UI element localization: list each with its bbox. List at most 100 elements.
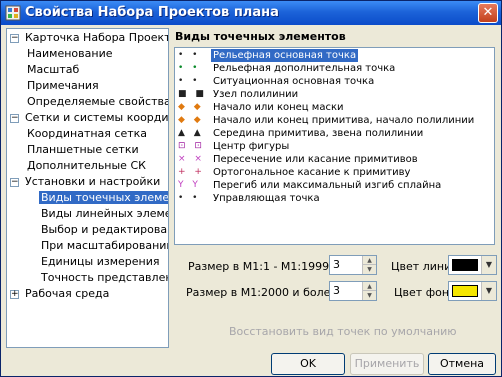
list-item-label: Пересечение или касание примитивов — [213, 154, 418, 165]
size-small-spinner[interactable]: 3 ▲ ▼ — [329, 255, 377, 275]
point-symbol-icon: • • — [178, 193, 201, 203]
tree-item[interactable]: Виды точечных элементо — [39, 190, 168, 206]
size-large-value[interactable]: 3 — [333, 284, 340, 297]
list-item-label: Начало или конец примитива, начало полил… — [213, 115, 475, 126]
expand-icon[interactable]: + — [10, 290, 19, 299]
list-item[interactable]: ▲ ▲ Середина примитива, звена полилинии — [175, 127, 494, 140]
tree-item[interactable]: Примечания — [25, 78, 101, 94]
tree-item-label: Выбор и редактирование — [41, 223, 168, 236]
tree-item-label: Установки и настройки — [25, 175, 161, 188]
point-symbol-icon: ⊡ ⊡ — [178, 141, 205, 151]
list-item[interactable]: + + Ортогональное касание к примитиву — [175, 166, 494, 179]
point-symbol-icon: • • — [178, 50, 201, 60]
list-item-label: Середина примитива, звена полилинии — [213, 128, 424, 139]
point-symbol-icon: • • — [178, 63, 201, 73]
list-item-label: Начало или конец маски — [213, 102, 344, 113]
tree-item[interactable]: Виды линейных элементо — [39, 206, 168, 222]
list-item[interactable]: × × Пересечение или касание примитивов — [175, 153, 494, 166]
ok-button[interactable]: OK — [271, 353, 345, 375]
tree-item-label: Виды точечных элементо — [39, 191, 168, 204]
point-symbol-icon: • • — [178, 76, 201, 86]
title-bar[interactable]: Свойства Набора Проектов плана ✕ — [1, 1, 501, 25]
tree-item-label: Виды линейных элементо — [41, 207, 168, 220]
point-symbol-icon: ◆ ◆ — [178, 115, 204, 125]
list-item-label: Рельефная дополнительная точка — [213, 63, 396, 74]
tree-item[interactable]: Наименование — [25, 46, 114, 62]
tree-item-label: Дополнительные СК — [27, 159, 146, 172]
tree-item[interactable]: Определяемые свойства — [25, 94, 169, 110]
line-color-swatch — [452, 259, 478, 271]
spin-up-icon[interactable]: ▲ — [362, 282, 376, 291]
list-item-label: Узел полилинии — [213, 89, 299, 100]
tree-item[interactable]: − Карточка Набора Проектов — [10, 30, 169, 46]
point-symbol-icon: ▲ ▲ — [178, 128, 204, 138]
list-item[interactable]: • • Рельефная дополнительная точка — [175, 62, 494, 75]
list-item[interactable]: ⊡ ⊡ Центр фигуры — [175, 140, 494, 153]
tree-item-label: Наименование — [27, 47, 113, 60]
tree-item-label: Координатная сетка — [27, 127, 148, 140]
point-types-list[interactable]: • • Рельефная основная точка • • Рельефная … — [174, 47, 495, 245]
bg-color-swatch — [452, 285, 478, 297]
settings-tree[interactable]: − Карточка Набора Проектов Наименование Мас… — [6, 28, 169, 348]
list-item[interactable]: ■ ■ Узел полилинии — [175, 88, 494, 101]
point-symbol-icon: + + — [178, 167, 205, 177]
size-small-value[interactable]: 3 — [333, 258, 340, 271]
chevron-down-icon[interactable]: ▼ — [481, 256, 496, 274]
spin-up-icon[interactable]: ▲ — [362, 256, 376, 265]
tree-item-label: Единицы измерения — [41, 255, 160, 268]
line-color-picker[interactable]: ▼ — [448, 255, 497, 275]
tree-item[interactable]: Координатная сетка — [25, 126, 149, 142]
tree-item[interactable]: Планшетные сетки — [25, 142, 141, 158]
tree-item[interactable]: Единицы измерения — [39, 254, 162, 270]
close-icon: ✕ — [482, 5, 494, 20]
restore-defaults-button[interactable]: Восстановить вид точек по умолчанию — [229, 325, 457, 338]
tree-item[interactable]: Точность представления — [39, 270, 168, 286]
size-large-label: Размер в М1:2000 и более — [186, 286, 338, 299]
tree-item-label: Рабочая среда — [25, 287, 110, 300]
chevron-down-icon[interactable]: ▼ — [481, 282, 496, 300]
bg-color-picker[interactable]: ▼ — [448, 281, 497, 301]
tree-item[interactable]: Выбор и редактирование — [39, 222, 168, 238]
list-item[interactable]: Y Y Перегиб или максимальный изгиб сплайн… — [175, 179, 494, 192]
list-item-label: Управляющая точка — [213, 193, 320, 204]
pane-title: Виды точечных элементов — [175, 30, 346, 43]
tree-item-label: При масштабировании — [41, 239, 169, 252]
spin-down-icon[interactable]: ▼ — [362, 265, 376, 274]
spin-down-icon[interactable]: ▼ — [362, 291, 376, 300]
properties-dialog: Свойства Набора Проектов плана ✕ − Карточ… — [0, 0, 502, 377]
bg-color-label: Цвет фона — [394, 286, 456, 299]
list-item[interactable]: • • Управляющая точка — [175, 192, 494, 205]
point-symbol-icon: ◆ ◆ — [178, 102, 204, 112]
app-icon — [5, 5, 21, 21]
tree-item[interactable]: −Сетки и системы координат — [10, 110, 169, 126]
point-symbol-icon: ■ ■ — [178, 89, 207, 99]
tree-item[interactable]: При масштабировании — [39, 238, 169, 254]
size-large-spinner[interactable]: 3 ▲ ▼ — [329, 281, 377, 301]
size-small-label: Размер в М1:1 - М1:1999 — [188, 260, 330, 273]
list-item[interactable]: ◆ ◆ Начало или конец примитива, начало по… — [175, 114, 494, 127]
tree-item-label: Карточка Набора Проектов — [25, 31, 169, 44]
point-symbol-icon: Y Y — [178, 180, 201, 190]
tree-item[interactable]: Дополнительные СК — [25, 158, 148, 174]
list-item-label: Перегиб или максимальный изгиб сплайна — [213, 180, 442, 191]
collapse-icon[interactable]: − — [10, 178, 19, 187]
tree-item-label: Определяемые свойства — [27, 95, 169, 108]
collapse-icon[interactable]: − — [10, 114, 19, 123]
list-item-label: Ортогональное касание к примитиву — [213, 167, 411, 178]
list-item[interactable]: ◆ ◆ Начало или конец маски — [175, 101, 494, 114]
collapse-icon[interactable]: − — [10, 34, 19, 43]
list-item-label: Рельефная основная точка — [211, 49, 359, 62]
close-button[interactable]: ✕ — [478, 3, 498, 23]
tree-item[interactable]: Масштаб — [25, 62, 81, 78]
tree-item[interactable]: + Рабочая среда — [10, 286, 111, 302]
point-symbol-icon: × × — [178, 154, 205, 164]
list-item[interactable]: • • Рельефная основная точка — [175, 49, 494, 62]
tree-item-label: Сетки и системы координат — [25, 111, 169, 124]
apply-button[interactable]: Применить — [350, 353, 424, 375]
window-title: Свойства Набора Проектов плана — [25, 5, 279, 20]
cancel-button[interactable]: Отмена — [428, 353, 496, 375]
tree-item-label: Примечания — [27, 79, 99, 92]
tree-item[interactable]: − Установки и настройки — [10, 174, 162, 190]
tree-item-label: Масштаб — [27, 63, 80, 76]
list-item[interactable]: • • Ситуационная основная точка — [175, 75, 494, 88]
